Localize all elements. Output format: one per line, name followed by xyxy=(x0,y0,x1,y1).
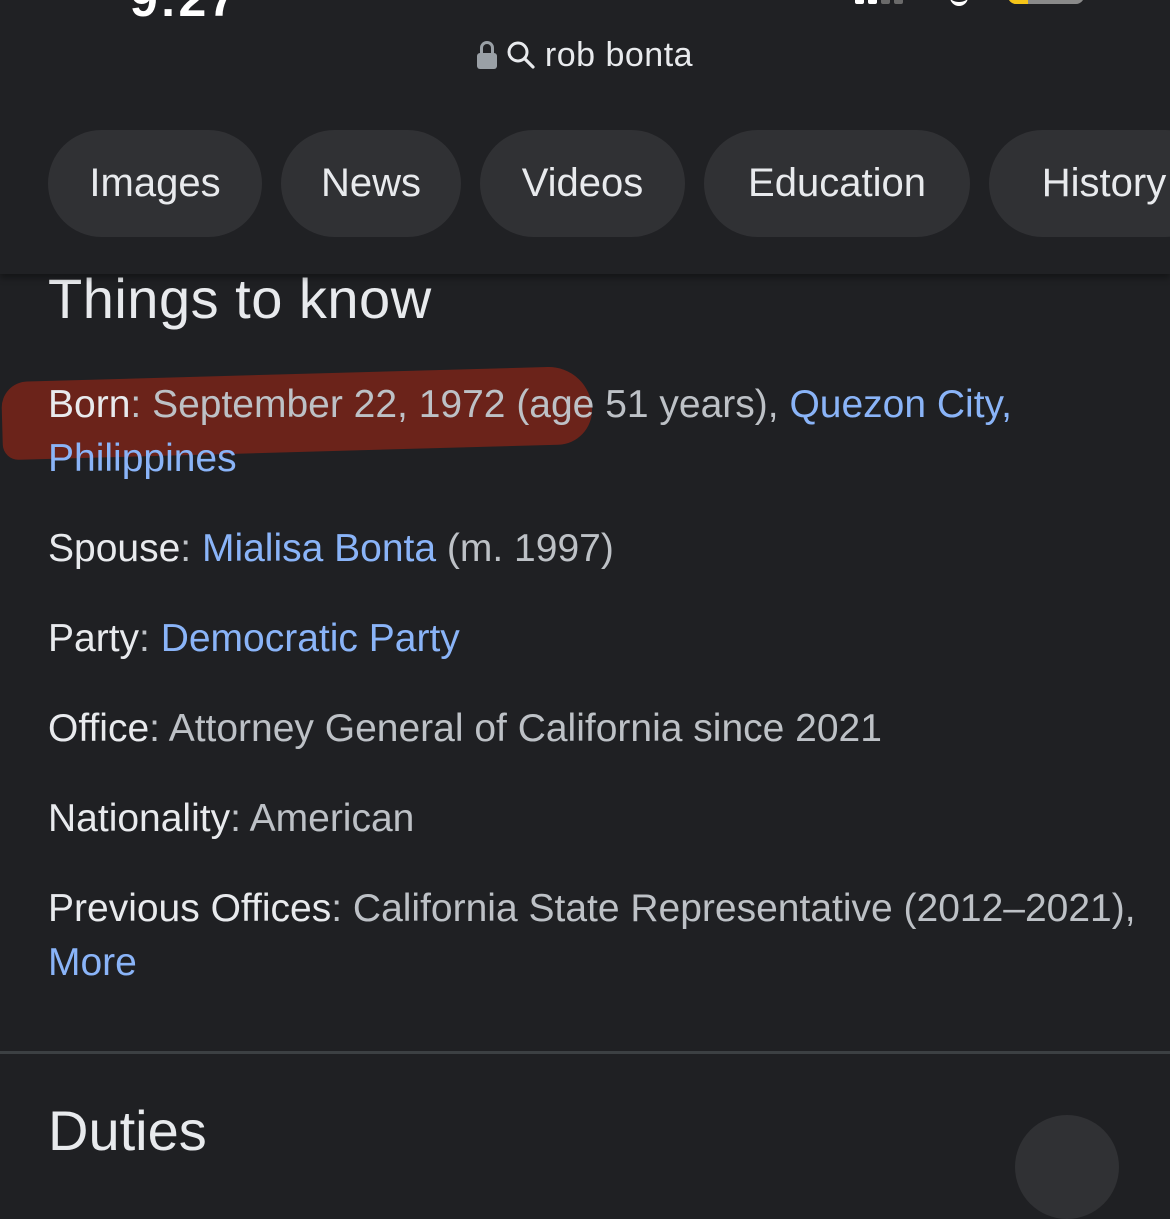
status-time: 9:27 xyxy=(130,0,238,28)
expand-button[interactable] xyxy=(1015,1115,1119,1219)
fact-label-spouse: Spouse xyxy=(48,527,181,570)
fact-born-date: September 22, 1972 (age 51 years), xyxy=(152,383,790,426)
chip-news[interactable]: News xyxy=(281,130,461,237)
section-divider xyxy=(0,1051,1170,1054)
battery-icon xyxy=(1008,0,1084,4)
fact-spouse-detail: (m. 1997) xyxy=(436,527,614,570)
fact-office: Office: Attorney General of California s… xyxy=(48,707,882,750)
page: 9:27 rob bonta Images News Videos Educat… xyxy=(0,0,1170,1219)
search-icon xyxy=(507,41,535,69)
wifi-icon xyxy=(950,0,968,6)
fact-label-nationality: Nationality xyxy=(48,797,231,840)
fact-party: Party: Democratic Party xyxy=(48,617,460,660)
search-query: rob bonta xyxy=(544,35,694,74)
section-title-duties: Duties xyxy=(48,1099,207,1162)
fact-spouse: Spouse: Mialisa Bonta (m. 1997) xyxy=(48,527,614,570)
chip-history[interactable]: History xyxy=(989,130,1170,237)
browser-top-bar: 9:27 rob bonta Images News Videos Educat… xyxy=(0,0,1170,274)
section-title-things-to-know: Things to know xyxy=(48,267,432,330)
fact-previous-offices: Previous Offices: California State Repre… xyxy=(48,887,1136,984)
link-mialisa-bonta[interactable]: Mialisa Bonta xyxy=(202,527,436,570)
fact-office-value: Attorney General of California since 202… xyxy=(168,707,882,750)
chip-videos[interactable]: Videos xyxy=(480,130,685,237)
fact-label-office: Office xyxy=(48,707,150,750)
fact-nationality: Nationality: American xyxy=(48,797,415,840)
fact-label-born: Born xyxy=(48,383,131,426)
address-bar[interactable]: rob bonta xyxy=(0,30,1170,80)
fact-previous-offices-value: California State Representative (2012–20… xyxy=(352,887,1136,930)
chip-images[interactable]: Images xyxy=(48,130,262,237)
signal-icon xyxy=(855,0,903,4)
fact-label-previous-offices: Previous Offices xyxy=(48,887,332,930)
fact-born: Born: September 22, 1972 (age 51 years),… xyxy=(48,383,1012,480)
fact-nationality-value: American xyxy=(249,797,415,840)
search-filter-chips: Images News Videos Education History xyxy=(48,130,1170,237)
lock-icon xyxy=(476,41,497,69)
fact-label-party: Party xyxy=(48,617,140,660)
chip-education[interactable]: Education xyxy=(704,130,970,237)
link-more[interactable]: More xyxy=(48,941,137,984)
link-democratic-party[interactable]: Democratic Party xyxy=(161,617,460,660)
